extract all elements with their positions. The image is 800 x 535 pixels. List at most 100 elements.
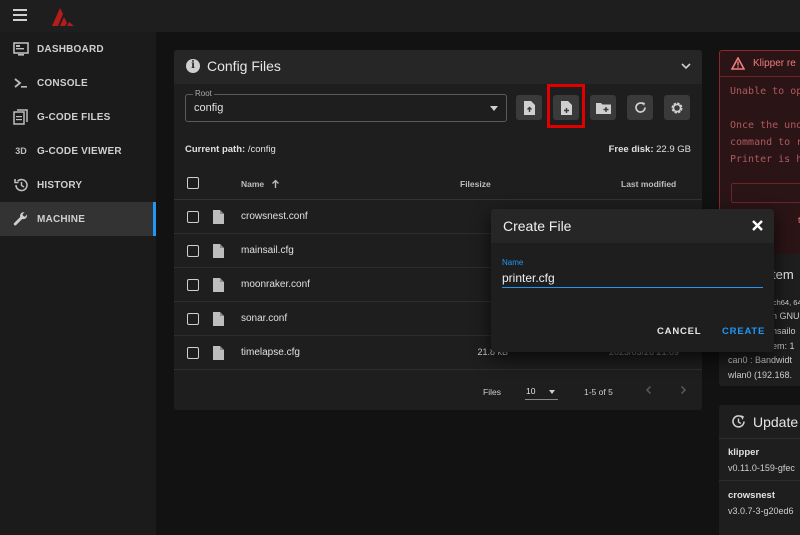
upload-file-button[interactable] — [516, 95, 542, 120]
free-disk: Free disk: 22.9 GB — [608, 144, 691, 155]
panel-title: tem — [772, 267, 794, 282]
refresh-icon — [634, 102, 646, 113]
create-directory-button[interactable] — [590, 95, 616, 120]
system-info-line: n GNU — [772, 311, 800, 321]
file-icon — [213, 210, 224, 224]
panel-header: Update — [719, 405, 800, 439]
dropdown-arrow-icon — [549, 390, 555, 394]
restart-button[interactable] — [731, 183, 800, 203]
warning-icon — [731, 57, 745, 70]
sidebar-item-gcode-viewer[interactable]: 3D G-CODE VIEWER — [0, 134, 156, 168]
console-icon — [14, 78, 27, 88]
sidebar-item-gcode-files[interactable]: G-CODE FILES — [0, 100, 156, 134]
system-info-line: wlan0 (192.168. — [728, 370, 793, 380]
name-field-label: Name — [502, 258, 524, 267]
row-checkbox[interactable] — [187, 279, 199, 291]
error-line: command to re — [730, 137, 800, 148]
close-icon[interactable] — [751, 219, 764, 232]
settings-button[interactable] — [664, 95, 690, 120]
refresh-button[interactable] — [627, 95, 653, 120]
files-per-page-select[interactable]: 10 — [525, 382, 558, 400]
sidebar-item-dashboard[interactable]: DASHBOARD — [0, 32, 156, 66]
divider — [719, 480, 800, 481]
sidebar-item-label: MACHINE — [37, 213, 86, 225]
sidebar-item-label: HISTORY — [37, 179, 83, 191]
current-path: Current path: /config — [185, 144, 276, 155]
panel-header: Klipper re — [720, 51, 800, 77]
3d-icon: 3D — [15, 146, 27, 156]
file-name-input[interactable] — [502, 268, 763, 288]
panel-title: Klipper re — [753, 58, 796, 69]
sidebar-item-label: G-CODE VIEWER — [37, 145, 122, 157]
error-line: Once the und — [730, 120, 800, 131]
files-per-page-label: Files — [483, 387, 501, 397]
root-select[interactable]: Root config — [185, 89, 507, 122]
error-line: Printer is ha — [730, 154, 800, 165]
sidebar-item-history[interactable]: HISTORY — [0, 168, 156, 202]
system-info-line: nsailo — [772, 326, 796, 336]
update-icon — [732, 415, 745, 428]
row-checkbox[interactable] — [187, 211, 199, 223]
per-page-value: 10 — [526, 386, 536, 396]
file-name: moonraker.conf — [241, 279, 310, 290]
cancel-button[interactable]: CANCEL — [657, 326, 701, 337]
sidebar-item-label: G-CODE FILES — [37, 111, 111, 123]
highlight-annotation — [547, 84, 585, 128]
select-all-checkbox[interactable] — [187, 177, 199, 189]
sidebar-item-machine[interactable]: MACHINE — [0, 202, 156, 236]
sort-arrow-up-icon — [272, 179, 279, 188]
monitor-icon — [13, 42, 29, 56]
file-upload-icon — [524, 100, 535, 115]
wrench-icon — [13, 212, 28, 226]
chevron-down-icon[interactable] — [680, 60, 692, 72]
file-name: mainsail.cfg — [241, 245, 294, 256]
column-name-header[interactable]: Name — [241, 179, 264, 189]
row-checkbox[interactable] — [187, 347, 199, 359]
file-name: timelapse.cfg — [241, 347, 300, 358]
system-info-line: em: 1 — [772, 341, 795, 351]
panel-header: i Config Files — [174, 50, 702, 84]
gear-icon — [671, 102, 683, 113]
folder-plus-icon — [595, 102, 611, 114]
mainsail-logo-icon — [52, 8, 74, 26]
table-header: Name Filesize Last modified — [174, 168, 702, 200]
update-item-name: crowsnest — [728, 490, 775, 501]
file-icon — [213, 278, 224, 292]
root-value: config — [194, 102, 224, 114]
dialog-title: Create File — [503, 218, 572, 234]
row-checkbox[interactable] — [187, 313, 199, 325]
column-modified-header[interactable]: Last modified — [621, 179, 676, 189]
dropdown-arrow-icon — [490, 106, 498, 111]
history-icon — [14, 178, 28, 192]
chevron-right-icon[interactable] — [678, 385, 688, 395]
file-icon — [213, 244, 224, 258]
file-name: sonar.conf — [241, 313, 288, 324]
sidebar-item-console[interactable]: CONSOLE — [0, 66, 156, 100]
row-checkbox[interactable] — [187, 245, 199, 257]
system-info-line: can0 : Bandwidt — [728, 355, 793, 365]
files-icon — [13, 109, 28, 125]
update-item-name: klipper — [728, 447, 760, 458]
sidebar-item-label: DASHBOARD — [37, 43, 104, 55]
create-button[interactable]: CREATE — [722, 326, 765, 337]
file-name: crowsnest.conf — [241, 211, 308, 222]
update-manager-panel: Update klipper v0.11.0-159-gfec crowsnes… — [719, 405, 800, 535]
update-item-version: v3.0.7-3-g20ed6 — [728, 506, 794, 516]
app-bar — [0, 0, 800, 32]
error-line: Unable to ope — [730, 86, 800, 97]
info-icon: i — [186, 59, 200, 73]
sidebar-item-label: CONSOLE — [37, 77, 88, 89]
column-filesize-header[interactable]: Filesize — [460, 179, 491, 189]
menu-icon[interactable] — [13, 9, 27, 21]
dialog-header: Create File — [491, 209, 774, 243]
create-file-dialog: Create File Name CANCEL CREATE — [491, 209, 774, 352]
file-icon — [213, 346, 224, 360]
page-range: 1-5 of 5 — [584, 387, 613, 397]
update-item-version: v0.11.0-159-gfec — [728, 463, 795, 473]
file-icon — [213, 312, 224, 326]
chevron-left-icon[interactable] — [644, 385, 654, 395]
panel-title: Update — [753, 414, 799, 430]
sidebar: DASHBOARD CONSOLE G-CODE FILES 3D G-CODE… — [0, 32, 156, 535]
root-label: Root — [193, 89, 214, 98]
panel-title: Config Files — [207, 58, 281, 74]
